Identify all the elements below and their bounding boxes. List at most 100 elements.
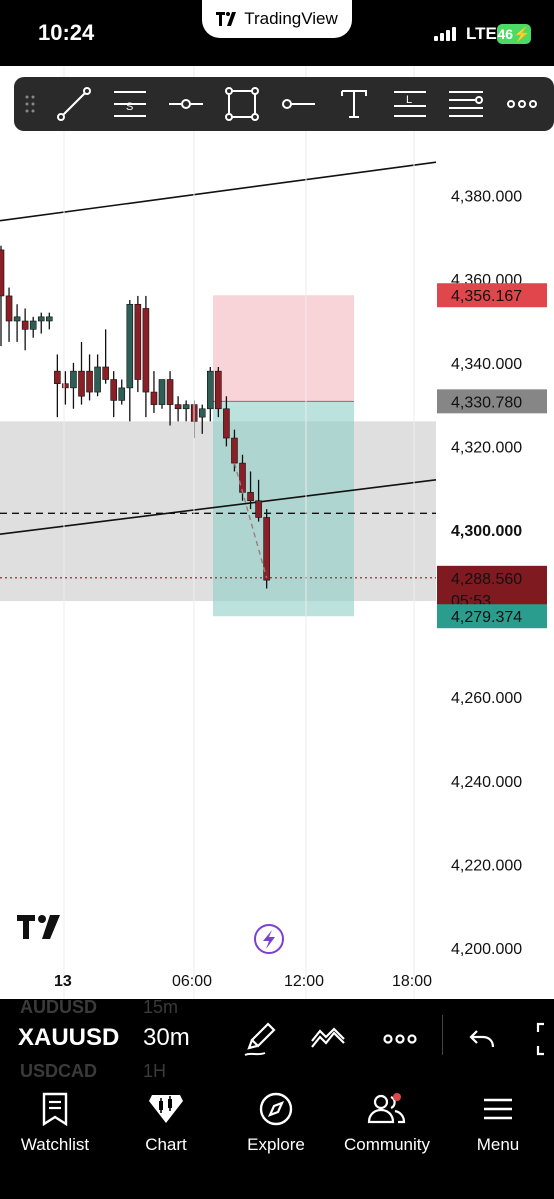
fib-retracement-icon[interactable]: S: [102, 77, 158, 131]
price-chart[interactable]: 4,380.0004,360.0004,340.0004,320.0004,30…: [0, 66, 554, 999]
candle[interactable]: [223, 408, 230, 439]
candle[interactable]: [94, 366, 101, 393]
candle[interactable]: [45, 316, 53, 322]
candle[interactable]: [0, 249, 5, 297]
indicators-icon[interactable]: [306, 1017, 350, 1061]
candle[interactable]: [174, 404, 182, 410]
app-pill[interactable]: TradingView: [202, 0, 352, 38]
candle[interactable]: [158, 379, 166, 405]
nav-chart-label: Chart: [145, 1135, 187, 1154]
status-bar: 10:24 TradingView LTE 46 ⚡: [0, 0, 554, 66]
more-icon[interactable]: [494, 77, 550, 131]
time-label-1: 06:00: [172, 973, 212, 990]
candle[interactable]: [239, 462, 246, 493]
chart-icon: [149, 1095, 183, 1123]
compass-icon: [259, 1092, 293, 1126]
price-level-label-0: 4,380.000: [451, 189, 522, 206]
price-level-label-8: 4,200.000: [451, 941, 522, 958]
more-options-icon[interactable]: [378, 1017, 422, 1061]
undo-icon[interactable]: [460, 1017, 504, 1061]
signal-icon: [434, 27, 456, 41]
timeframe-selector[interactable]: 30m: [143, 1024, 190, 1052]
svg-text:S: S: [126, 101, 133, 113]
horizontal-ray-icon[interactable]: [158, 77, 214, 131]
candle[interactable]: [118, 387, 126, 401]
chart-controls: AUDUSD XAUUSD USDCAD 15m 30m 1H: [0, 999, 554, 1079]
time-label-3: 18:00: [392, 973, 432, 990]
price-level-label-3: 4,320.000: [451, 439, 522, 456]
price-level-label-6: 4,240.000: [451, 774, 522, 791]
candle[interactable]: [231, 437, 238, 464]
candle[interactable]: [215, 370, 222, 410]
candle[interactable]: [182, 404, 190, 410]
parallel-channel-icon[interactable]: [438, 77, 494, 131]
candle[interactable]: [29, 320, 37, 330]
candle[interactable]: [70, 370, 77, 389]
trend-line-icon[interactable]: [46, 77, 102, 131]
price-level-label-2: 4,340.000: [451, 356, 522, 373]
candle[interactable]: [198, 408, 206, 418]
brush-icon[interactable]: [238, 1017, 282, 1061]
candle[interactable]: [166, 379, 174, 405]
candle[interactable]: [255, 500, 262, 518]
drawing-toolbar: S L: [14, 77, 554, 131]
candle[interactable]: [126, 303, 134, 389]
candle[interactable]: [247, 492, 254, 502]
trend-line-1[interactable]: [0, 161, 437, 222]
nav-explore-label: Explore: [247, 1135, 305, 1154]
nav-community[interactable]: Community: [332, 1079, 442, 1155]
price-tag-target-value: 4,279.374: [451, 609, 522, 626]
network-type: LTE: [466, 24, 497, 43]
candle[interactable]: [37, 316, 45, 322]
candle[interactable]: [13, 316, 21, 322]
bottom-navigation: Watchlist Chart Explore Community Menu: [0, 1079, 554, 1199]
time-label-2: 12:00: [284, 973, 324, 990]
price-level-label-4: 4,300.000: [451, 523, 522, 540]
candle[interactable]: [207, 370, 214, 410]
text-tool-icon[interactable]: [326, 77, 382, 131]
watchlist-icon: [42, 1092, 68, 1126]
price-tag-stop-value: 4,356.167: [451, 288, 522, 305]
price-level-label-5: 4,260.000: [451, 690, 522, 707]
nav-watchlist-label: Watchlist: [20, 1135, 90, 1154]
nav-community-label: Community: [344, 1135, 430, 1154]
price-level-label-7: 4,220.000: [451, 857, 522, 874]
timeframe-next[interactable]: 1H: [143, 1061, 166, 1079]
candle[interactable]: [110, 379, 117, 401]
nav-menu-label: Menu: [476, 1135, 520, 1154]
fullscreen-icon[interactable]: [530, 1017, 554, 1061]
price-tag-entry-value: 4,330.780: [451, 394, 522, 411]
stop-loss-zone[interactable]: [213, 295, 354, 402]
drag-handle-icon[interactable]: [14, 77, 46, 131]
horizontal-line-icon[interactable]: [270, 77, 326, 131]
nav-explore[interactable]: Explore: [221, 1079, 331, 1155]
candle[interactable]: [62, 383, 69, 389]
candle[interactable]: [86, 370, 93, 393]
chart-area[interactable]: 4,380.000 4,360.000 4,340.000 4,320.000 4,30…: [0, 66, 554, 999]
timeframe-prev[interactable]: 15m: [143, 999, 178, 1018]
candle[interactable]: [78, 370, 85, 397]
nav-watchlist[interactable]: Watchlist: [0, 1079, 110, 1155]
tradingview-watermark-icon: [17, 915, 60, 939]
candle[interactable]: [142, 308, 150, 393]
battery-level: 46: [497, 26, 514, 42]
candle[interactable]: [5, 295, 13, 322]
nav-menu[interactable]: Menu: [443, 1079, 553, 1155]
candle[interactable]: [150, 391, 158, 405]
app-name: TradingView: [244, 9, 338, 28]
symbol-selector[interactable]: XAUUSD: [18, 1024, 119, 1052]
community-icon: [367, 1093, 406, 1124]
candle[interactable]: [21, 320, 29, 330]
symbol-prev[interactable]: AUDUSD: [20, 999, 97, 1018]
candle[interactable]: [102, 366, 109, 380]
svg-text:L: L: [406, 94, 412, 106]
candle[interactable]: [134, 303, 142, 380]
symbol-next[interactable]: USDCAD: [20, 1061, 97, 1079]
clock: 10:24: [38, 20, 95, 45]
hamburger-menu-icon: [484, 1098, 512, 1120]
rectangle-icon[interactable]: [214, 77, 270, 131]
long-position-icon[interactable]: L: [382, 77, 438, 131]
nav-chart[interactable]: Chart: [111, 1079, 221, 1155]
candle[interactable]: [54, 370, 61, 385]
price-tag-current-value: 4,288.560: [451, 571, 522, 588]
